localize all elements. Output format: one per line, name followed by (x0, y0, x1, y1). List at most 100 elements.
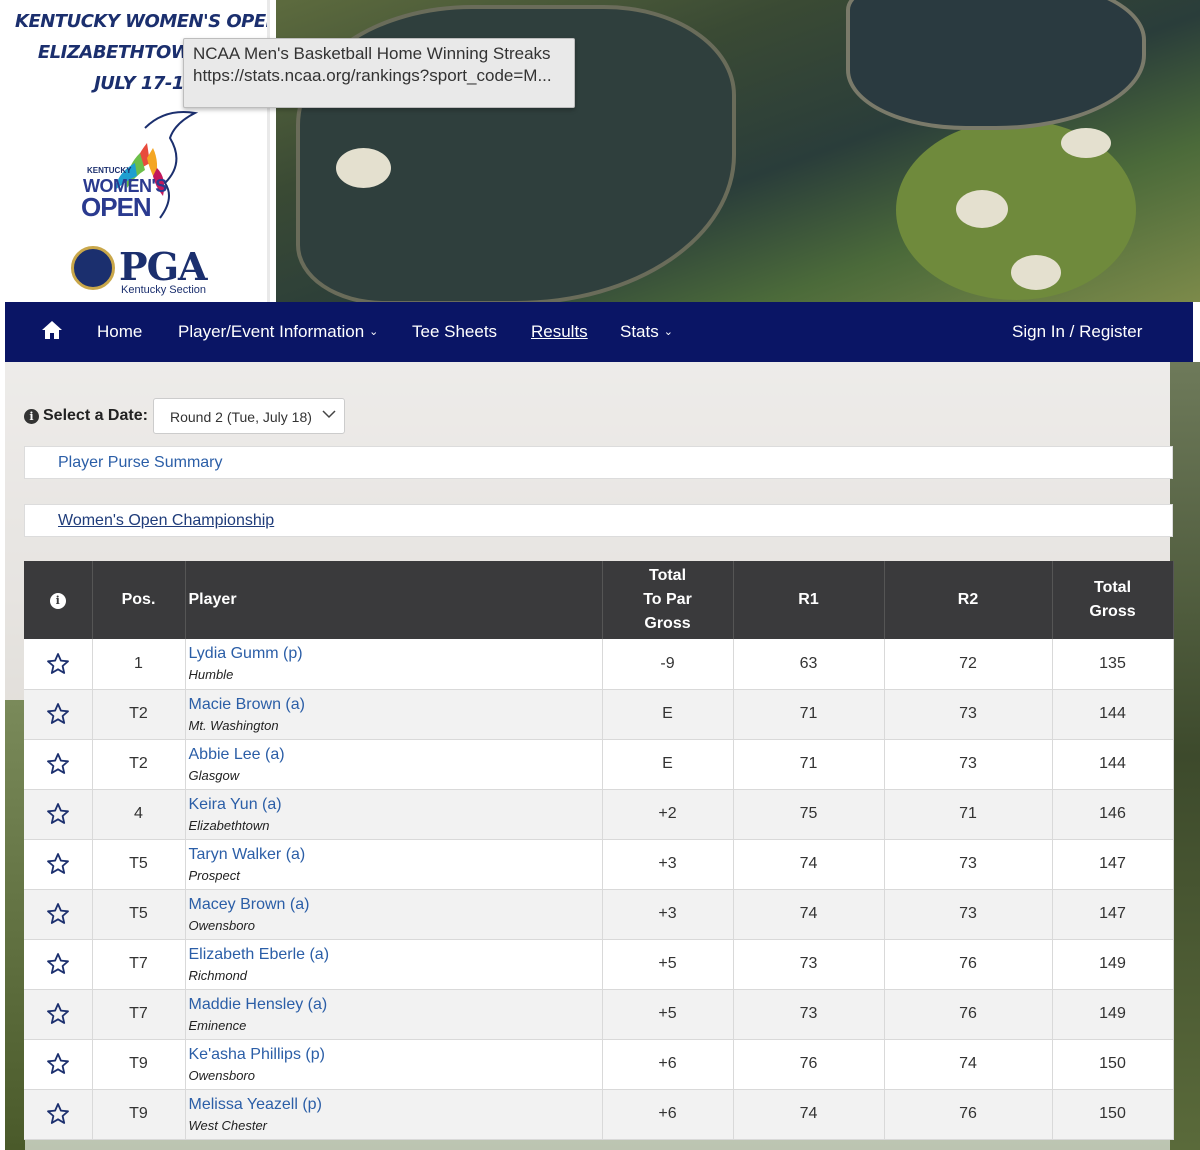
player-purse-summary-link[interactable]: Player Purse Summary (58, 454, 223, 472)
star-icon[interactable] (46, 902, 70, 926)
player-name-link[interactable]: Melissa Yeazell (p) (189, 1095, 602, 1115)
r1-cell: 74 (733, 889, 885, 940)
r1-cell: 63 (733, 639, 885, 690)
player-name-link[interactable]: Ke'asha Phillips (p) (189, 1045, 602, 1065)
total-gross-column-header[interactable]: Total Gross (1052, 561, 1174, 639)
star-icon[interactable] (46, 1002, 70, 1026)
favorite-cell (24, 1039, 93, 1090)
r2-cell: 71 (884, 789, 1053, 840)
nav-home[interactable]: Home (97, 322, 142, 342)
player-name-link[interactable]: Taryn Walker (a) (189, 845, 602, 865)
to-par-cell: +6 (602, 1039, 734, 1090)
date-select-row: i Select a Date: Round 2 (Tue, July 18) (24, 398, 345, 434)
player-column-header[interactable]: Player (185, 561, 603, 639)
pos-cell: T2 (92, 689, 186, 740)
player-cell: Maddie Hensley (a) Eminence (185, 989, 603, 1040)
total-gross-cell: 147 (1052, 889, 1174, 940)
event-banner: KENTUCKY WOMEN'S OPEN ELIZABETHTOWN COU … (0, 0, 1200, 302)
home-icon[interactable] (41, 320, 63, 345)
info-icon[interactable]: i (49, 593, 66, 609)
star-icon[interactable] (46, 752, 70, 776)
player-name-link[interactable]: Macey Brown (a) (189, 895, 602, 915)
nav-player-event-info[interactable]: Player/Event Information ⌄ (178, 322, 378, 342)
round-date-select[interactable]: Round 2 (Tue, July 18) (153, 398, 345, 434)
r1-cell: 73 (733, 989, 885, 1040)
pos-column-header[interactable]: Pos. (92, 561, 186, 639)
total-gross-cell: 146 (1052, 789, 1174, 840)
nav-player-event-label: Player/Event Information (178, 322, 365, 341)
player-cell: Macey Brown (a) Owensboro (185, 889, 603, 940)
nav-stats-label: Stats (620, 322, 659, 341)
pos-cell: T9 (92, 1089, 186, 1140)
total-gross-cell: 149 (1052, 989, 1174, 1040)
player-hometown: Prospect (188, 867, 240, 883)
header-line: To Par (643, 591, 692, 608)
tooltip-url: https://stats.ncaa.org/rankings?sport_co… (193, 66, 552, 85)
star-icon[interactable] (46, 952, 70, 976)
r2-column-header[interactable]: R2 (884, 561, 1053, 639)
player-name-link[interactable]: Lydia Gumm (p) (189, 644, 602, 664)
player-name-link[interactable]: Macie Brown (a) (189, 695, 602, 715)
r2-cell: 76 (884, 1089, 1053, 1140)
womens-open-championship-link[interactable]: Women's Open Championship (58, 512, 274, 530)
player-cell: Abbie Lee (a) Glasgow (185, 739, 603, 790)
r1-cell: 74 (733, 1089, 885, 1140)
r1-column-header[interactable]: R1 (733, 561, 885, 639)
pos-cell: T7 (92, 989, 186, 1040)
chevron-down-icon: ⌄ (369, 326, 379, 338)
info-icon[interactable]: i (24, 408, 39, 424)
player-cell: Taryn Walker (a) Prospect (185, 839, 603, 890)
nav-tee-sheets[interactable]: Tee Sheets (412, 322, 497, 342)
to-par-cell: +5 (602, 989, 734, 1040)
star-icon[interactable] (46, 852, 70, 876)
header-line: Total (1093, 579, 1132, 596)
pos-cell: 4 (92, 789, 186, 840)
bunker-shape (1011, 255, 1061, 290)
nav-stats[interactable]: Stats ⌄ (620, 322, 673, 342)
logo-open-text: OPEN (81, 192, 152, 222)
favorite-cell (24, 689, 93, 740)
player-name-link[interactable]: Keira Yun (a) (189, 795, 602, 815)
sign-in-register-link[interactable]: Sign In / Register (1012, 322, 1142, 342)
star-icon[interactable] (46, 1102, 70, 1126)
to-par-column-header[interactable]: Total To Par Gross (602, 561, 734, 639)
table-header-row: i Pos. Player Total To Par Gross R1 R2 T… (24, 561, 1174, 639)
player-name-link[interactable]: Elizabeth Eberle (a) (189, 945, 602, 965)
table-row: T5 Taryn Walker (a) Prospect +3 74 73 147 (24, 839, 1174, 890)
player-cell: Lydia Gumm (p) Humble (185, 639, 603, 690)
r2-cell: 73 (884, 839, 1053, 890)
player-hometown: West Chester (188, 1117, 268, 1133)
results-table: i Pos. Player Total To Par Gross R1 R2 T… (24, 561, 1174, 1140)
table-row: T5 Macey Brown (a) Owensboro +3 74 73 147 (24, 889, 1174, 940)
player-name-link[interactable]: Maddie Hensley (a) (189, 995, 602, 1015)
table-row: T9 Melissa Yeazell (p) West Chester +6 74 76 1… (24, 1089, 1174, 1140)
favorite-cell (24, 1089, 93, 1140)
player-hometown: Mt. Washington (188, 717, 279, 733)
favorite-cell (24, 789, 93, 840)
to-par-cell: +5 (602, 939, 734, 990)
kentucky-womens-open-logo: KENTUCKY WOMEN'S OPEN (75, 108, 215, 238)
to-par-cell: -9 (602, 639, 734, 690)
player-hometown: Humble (188, 667, 234, 682)
r1-cell: 73 (733, 939, 885, 990)
round-date-value: Round 2 (Tue, July 18) (170, 409, 312, 425)
total-gross-cell: 149 (1052, 939, 1174, 990)
table-row: 1 Lydia Gumm (p) Humble -9 63 72 135 (24, 639, 1174, 690)
logo-kentucky-text: KENTUCKY (87, 166, 132, 175)
player-hometown: Richmond (188, 967, 248, 983)
r1-cell: 74 (733, 839, 885, 890)
star-icon[interactable] (46, 1052, 70, 1076)
favorite-cell (24, 939, 93, 990)
r2-cell: 76 (884, 939, 1053, 990)
star-icon[interactable] (46, 652, 70, 676)
star-icon[interactable] (46, 702, 70, 726)
favorite-cell (24, 989, 93, 1040)
to-par-cell: +3 (602, 889, 734, 940)
nav-results[interactable]: Results (531, 322, 588, 342)
star-icon[interactable] (46, 802, 70, 826)
r2-cell: 73 (884, 889, 1053, 940)
championship-box: Women's Open Championship (24, 504, 1173, 537)
player-name-link[interactable]: Abbie Lee (a) (189, 745, 602, 765)
total-gross-cell: 150 (1052, 1089, 1174, 1140)
pos-cell: T5 (92, 889, 186, 940)
